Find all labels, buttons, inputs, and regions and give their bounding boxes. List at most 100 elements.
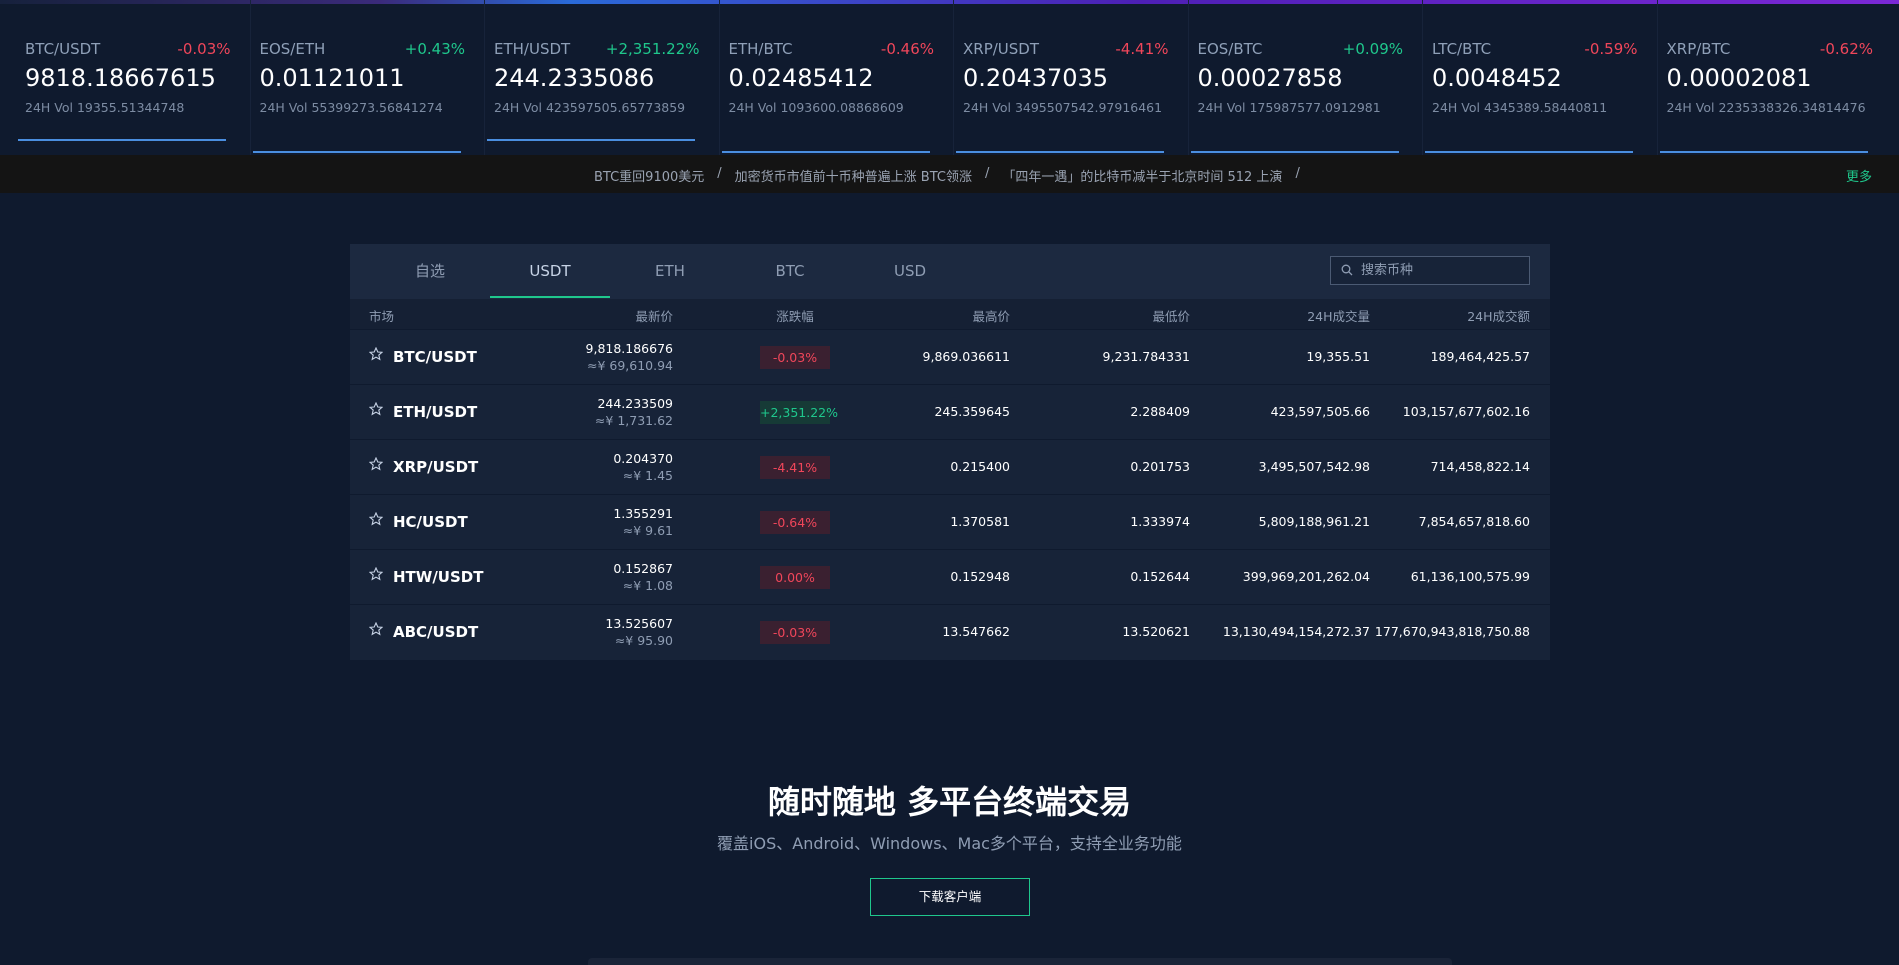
bottom-panel-edge <box>588 958 1452 965</box>
promo-title: 随时随地 多平台终端交易 <box>767 783 1132 821</box>
star-icon[interactable] <box>369 402 383 416</box>
row-low: 0.201753 <box>1130 459 1190 474</box>
table-row[interactable]: HC/USDT 1.355291 ≈¥ 9.61 -0.64% 1.370581… <box>350 494 1550 549</box>
row-high: 0.152948 <box>950 569 1010 584</box>
news-bar: BTC重回9100美元 / 加密货币市值前十币种普遍上涨 BTC领涨 / 「四年… <box>0 155 1899 193</box>
row-volume: 3,495,507,542.98 <box>1258 459 1370 474</box>
header-high: 最高价 <box>972 309 1010 324</box>
ticker-card[interactable]: BTC/USDT -0.03% 9818.18667615 24H Vol 19… <box>16 0 251 155</box>
ticker-volume: 24H Vol 4345389.58440811 <box>1432 100 1608 115</box>
row-volume: 5,809,188,961.21 <box>1258 514 1370 529</box>
table-row[interactable]: ETH/USDT 244.233509 ≈¥ 1,731.62 +2,351.2… <box>350 384 1550 439</box>
ticker-pair: BTC/USDT <box>25 40 101 58</box>
row-volume: 19,355.51 <box>1306 349 1370 364</box>
news-more-link[interactable]: 更多 <box>1846 166 1872 185</box>
row-low: 13.520621 <box>1122 624 1190 639</box>
row-cny-price: ≈¥ 9.61 <box>622 523 673 538</box>
table-row[interactable]: HTW/USDT 0.152867 ≈¥ 1.08 0.00% 0.152948… <box>350 549 1550 604</box>
row-amount: 61,136,100,575.99 <box>1410 569 1530 584</box>
row-high: 0.215400 <box>950 459 1010 474</box>
ticker-card[interactable]: EOS/ETH +0.43% 0.01121011 24H Vol 553992… <box>251 0 485 155</box>
row-change-badge: 0.00% <box>760 566 830 589</box>
ticker-price: 244.2335086 <box>494 64 655 92</box>
ticker-pair: XRP/BTC <box>1666 40 1731 58</box>
row-amount: 177,670,943,818,750.88 <box>1374 624 1530 639</box>
ticker-price: 0.0048452 <box>1432 64 1562 92</box>
ticker-card[interactable]: ETH/USDT +2,351.22% 244.2335086 24H Vol … <box>485 0 720 155</box>
news-item[interactable]: BTC重回9100美元 <box>594 166 704 185</box>
row-volume: 399,969,201,262.04 <box>1242 569 1370 584</box>
row-last-price: 0.152867 <box>613 561 673 576</box>
ticker-underline <box>18 139 226 141</box>
row-last-price: 1.355291 <box>613 506 673 521</box>
tab-btc[interactable]: BTC <box>730 244 850 299</box>
ticker-card[interactable]: XRP/BTC -0.62% 0.00002081 24H Vol 223533… <box>1658 0 1893 155</box>
row-amount: 714,458,822.14 <box>1430 459 1530 474</box>
row-pair: ETH/USDT <box>393 403 478 421</box>
star-icon[interactable] <box>369 512 383 526</box>
row-pair: BTC/USDT <box>393 348 477 366</box>
table-row[interactable]: BTC/USDT 9,818.186676 ≈¥ 69,610.94 -0.03… <box>350 329 1550 384</box>
row-high: 13.547662 <box>942 624 1010 639</box>
ticker-underline <box>956 151 1164 153</box>
ticker-pair: XRP/USDT <box>963 40 1040 58</box>
ticker-card[interactable]: LTC/BTC -0.59% 0.0048452 24H Vol 4345389… <box>1423 0 1658 155</box>
header-change: 涨跌幅 <box>776 309 814 324</box>
row-change-badge: -0.03% <box>760 621 830 644</box>
star-icon[interactable] <box>369 347 383 361</box>
ticker-price: 0.00027858 <box>1197 64 1343 92</box>
ticker-change: -0.46% <box>880 40 934 58</box>
row-last-price: 13.525607 <box>605 616 673 631</box>
row-cny-price: ≈¥ 95.90 <box>614 633 673 648</box>
tab-usdt[interactable]: USDT <box>490 244 610 299</box>
tab-favorites[interactable]: 自选 <box>370 244 490 299</box>
news-separator: / <box>717 166 722 181</box>
search-input[interactable] <box>1361 260 1521 281</box>
ticker-pair: EOS/ETH <box>259 40 326 58</box>
star-icon[interactable] <box>369 622 383 636</box>
tab-usd[interactable]: USD <box>850 244 970 299</box>
row-change-badge: +2,351.22% <box>760 401 838 424</box>
news-separator: / <box>1295 166 1300 181</box>
star-icon[interactable] <box>369 457 383 471</box>
header-market: 市场 <box>369 309 395 324</box>
row-low: 9,231.784331 <box>1102 349 1190 364</box>
ticker-pair: ETH/BTC <box>728 40 793 58</box>
row-change-badge: -0.64% <box>760 511 830 534</box>
row-high: 9,869.036611 <box>922 349 1010 364</box>
table-row[interactable]: XRP/USDT 0.204370 ≈¥ 1.45 -4.41% 0.21540… <box>350 439 1550 494</box>
download-client-button[interactable]: 下载客户端 <box>870 878 1030 916</box>
ticker-change: +0.09% <box>1342 40 1403 58</box>
ticker-pair: ETH/USDT <box>494 40 571 58</box>
ticker-underline <box>1659 151 1868 153</box>
row-amount: 7,854,657,818.60 <box>1418 514 1530 529</box>
ticker-volume: 24H Vol 423597505.65773859 <box>494 100 686 115</box>
tab-eth[interactable]: ETH <box>610 244 730 299</box>
ticker-volume: 24H Vol 55399273.56841274 <box>259 100 443 115</box>
star-icon[interactable] <box>369 567 383 581</box>
row-last-price: 244.233509 <box>597 396 673 411</box>
ticker-change: -4.41% <box>1115 40 1169 58</box>
market-panel: 自选 USDT ETH BTC USD 市场 最新价 涨跌幅 最高价 最低价 2… <box>350 244 1550 660</box>
ticker-underline <box>487 139 695 141</box>
row-last-price: 0.204370 <box>613 451 673 466</box>
row-pair: ABC/USDT <box>393 623 479 641</box>
row-volume: 13,130,494,154,272.37 <box>1222 624 1370 639</box>
ticker-card[interactable]: EOS/BTC +0.09% 0.00027858 24H Vol 175987… <box>1189 0 1423 155</box>
row-low: 2.288409 <box>1130 404 1190 419</box>
ticker-price: 0.01121011 <box>259 64 405 92</box>
news-item[interactable]: 「四年一遇」的比特币减半于北京时间 512 上演 <box>1002 166 1282 185</box>
ticker-change: -0.03% <box>177 40 231 58</box>
ticker-pair: LTC/BTC <box>1432 40 1492 58</box>
ticker-change: +0.43% <box>404 40 465 58</box>
ticker-card[interactable]: XRP/USDT -4.41% 0.20437035 24H Vol 34955… <box>954 0 1189 155</box>
row-last-price: 9,818.186676 <box>585 341 673 356</box>
news-item[interactable]: 加密货币市值前十币种普遍上涨 BTC领涨 <box>735 166 972 185</box>
row-amount: 189,464,425.57 <box>1430 349 1530 364</box>
table-row[interactable]: ABC/USDT 13.525607 ≈¥ 95.90 -0.03% 13.54… <box>350 604 1550 659</box>
ticker-card[interactable]: ETH/BTC -0.46% 0.02485412 24H Vol 109360… <box>720 0 954 155</box>
ticker-pair: EOS/BTC <box>1197 40 1263 58</box>
ticker-volume: 24H Vol 175987577.0912981 <box>1197 100 1381 115</box>
ticker-volume: 24H Vol 19355.51344748 <box>25 100 185 115</box>
row-cny-price: ≈¥ 1.08 <box>622 578 673 593</box>
